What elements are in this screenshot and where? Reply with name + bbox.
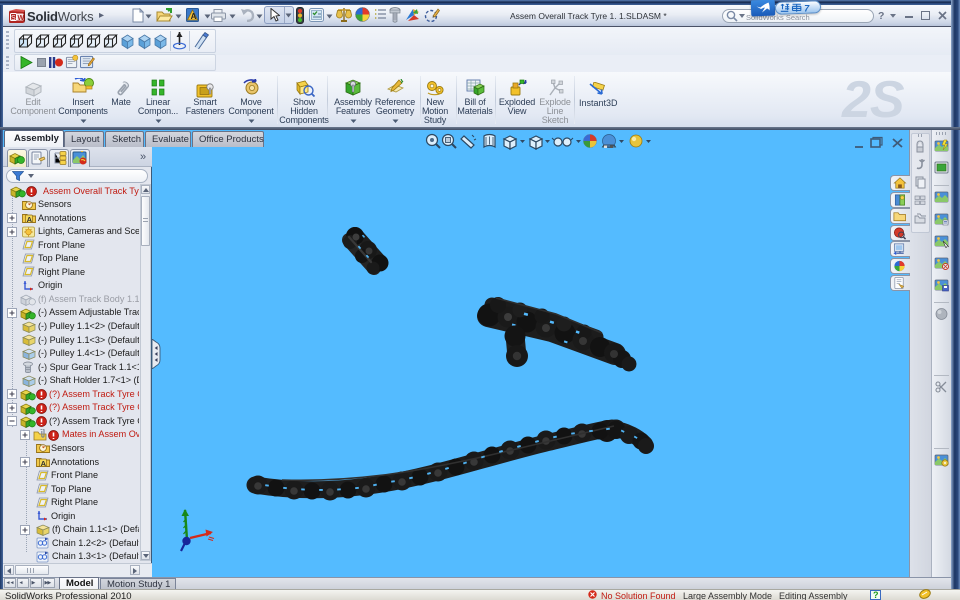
svg-text:A: A	[27, 215, 33, 223]
svg-text:A: A	[41, 459, 47, 467]
svg-text:S: S	[11, 15, 16, 22]
svg-text:7: 7	[804, 3, 810, 12]
svg-text:A: A	[191, 12, 197, 21]
svg-text:W: W	[18, 15, 25, 22]
